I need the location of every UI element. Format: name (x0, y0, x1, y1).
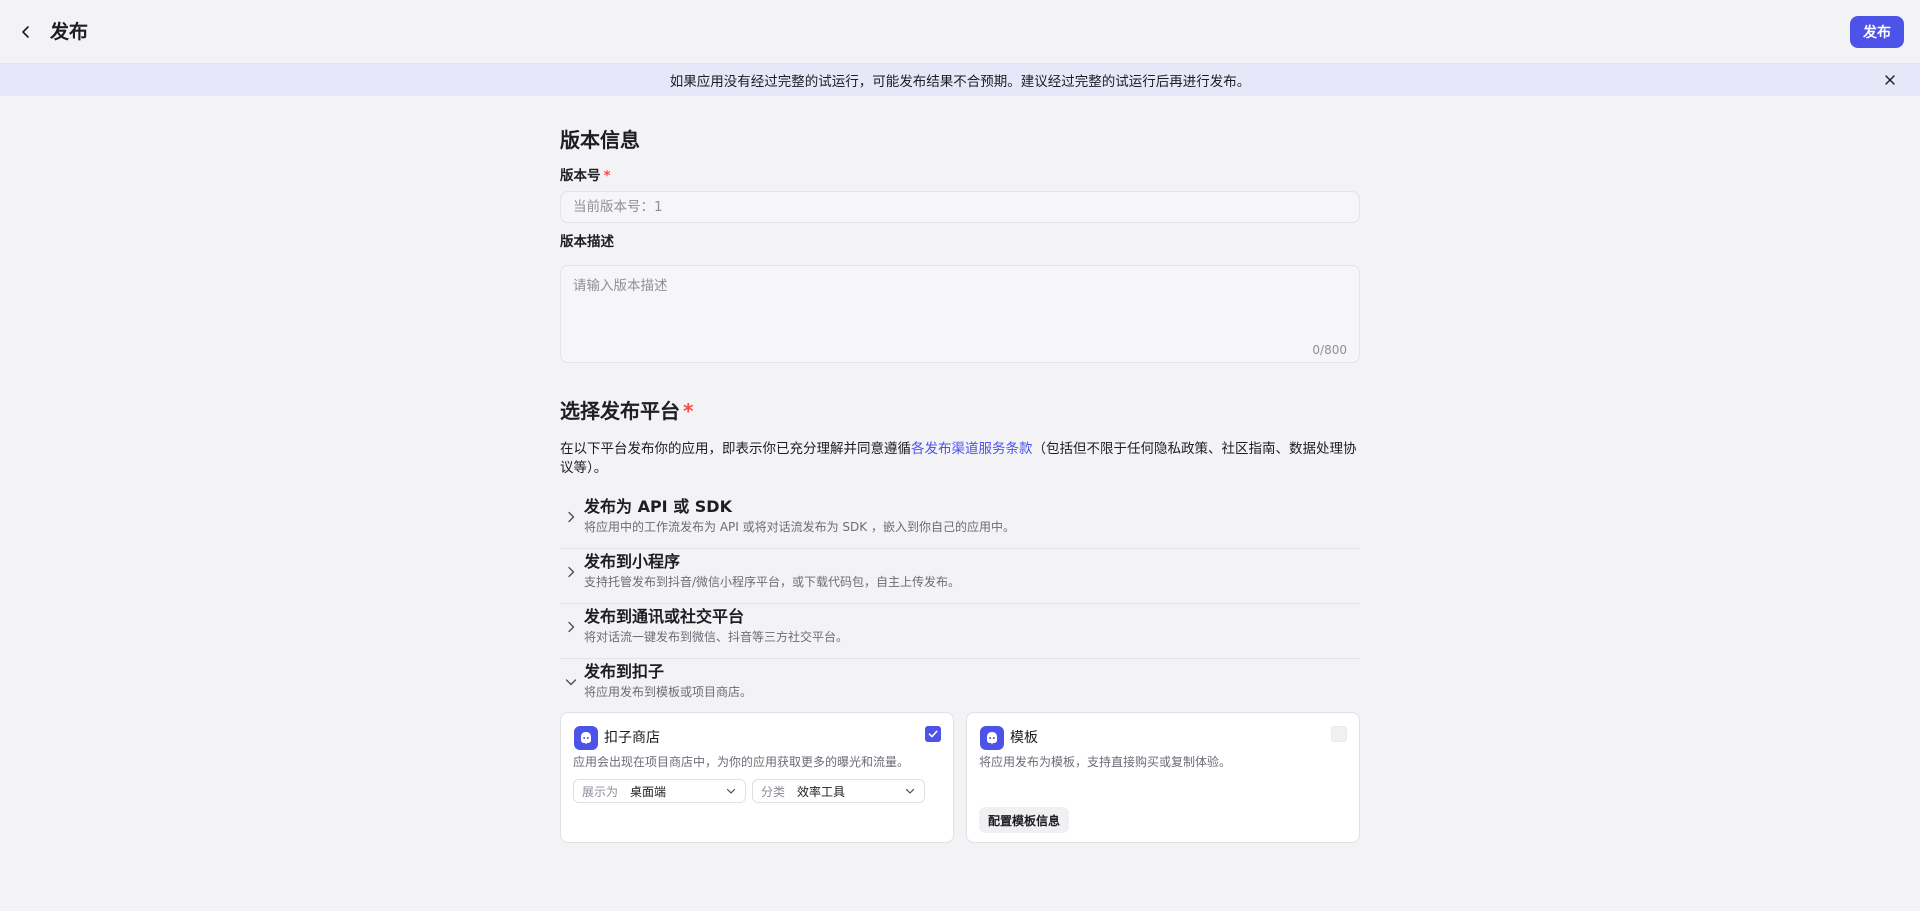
chevron-right-icon (564, 565, 578, 579)
store-card-desc: 应用会出现在项目商店中，为你的应用获取更多的曝光和流量。 (573, 755, 910, 769)
check-icon (928, 730, 938, 738)
coze-logo-icon (980, 726, 1004, 750)
banner-close-button[interactable] (1882, 72, 1898, 88)
display-select-value: 桌面端 (630, 784, 667, 799)
version-desc-textarea[interactable] (561, 266, 1359, 362)
accordion-subtitle: 支持托管发布到抖音/微信小程序平台，或下载代码包，自主上传发布。 (584, 575, 961, 589)
display-select-label: 展示为 (582, 784, 619, 799)
platform-terms-text: 在以下平台发布你的应用，即表示你已充分理解并同意遵循各发布渠道服务条款（包括但不… (560, 440, 1360, 478)
top-bar: 发布 发布 (0, 0, 1920, 64)
accordion-title: 发布到扣子 (584, 662, 665, 681)
accordion-mini-program[interactable]: 发布到小程序 支持托管发布到抖音/微信小程序平台，或下载代码包，自主上传发布。 (560, 549, 1360, 604)
config-template-button[interactable]: 配置模板信息 (979, 807, 1070, 833)
platform-section-title-text: 选择发布平台 (560, 399, 680, 423)
chevron-left-icon (22, 26, 29, 38)
char-counter: 0/800 (1312, 343, 1347, 357)
chevron-down-icon (904, 785, 916, 797)
template-card-desc: 将应用发布为模板，支持直接购买或复制体验。 (979, 755, 1232, 769)
accordion-api-sdk[interactable]: 发布为 API 或 SDK 将应用中的工作流发布为 API 或将对话流发布为 S… (560, 494, 1360, 549)
category-select-value: 效率工具 (797, 784, 846, 799)
template-card-title: 模板 (1010, 730, 1038, 746)
chevron-down-icon (725, 785, 737, 797)
category-select-label: 分类 (761, 784, 786, 799)
required-mark: * (683, 399, 694, 423)
back-button[interactable] (14, 20, 38, 44)
version-desc-field: 0/800 (560, 265, 1360, 363)
version-number-label-text: 版本号 (560, 168, 601, 184)
category-select[interactable]: 分类 效率工具 (752, 779, 925, 803)
version-desc-label: 版本描述 (560, 234, 614, 250)
chevron-right-icon (564, 510, 578, 524)
terms-text-before: 在以下平台发布你的应用，即表示你已充分理解并同意遵循 (560, 441, 911, 457)
display-select[interactable]: 展示为 桌面端 (573, 779, 746, 803)
version-number-input[interactable] (560, 191, 1360, 223)
accordion-social-platform[interactable]: 发布到通讯或社交平台 将对话流一键发布到微信、抖音等三方社交平台。 (560, 604, 1360, 659)
accordion-coze[interactable]: 发布到扣子 将应用发布到模板或项目商店。 (560, 659, 1360, 714)
terms-link[interactable]: 各发布渠道服务条款 (911, 441, 1033, 457)
chevron-right-icon (564, 620, 578, 634)
store-checkbox[interactable] (925, 726, 941, 742)
accordion-title: 发布为 API 或 SDK (584, 497, 732, 516)
accordion-subtitle: 将应用中的工作流发布为 API 或将对话流发布为 SDK ，嵌入到你自己的应用中… (584, 520, 1015, 534)
platform-section-title: 选择发布平台 * (560, 397, 693, 425)
warning-banner: 如果应用没有经过完整的试运行，可能发布结果不合预期。建议经过完整的试运行后再进行… (0, 64, 1920, 96)
template-card[interactable]: 模板 将应用发布为模板，支持直接购买或复制体验。 配置模板信息 (966, 712, 1360, 843)
coze-logo-icon (574, 726, 598, 750)
accordion-title: 发布到小程序 (584, 552, 681, 571)
chevron-down-icon (564, 675, 578, 689)
accordion-title: 发布到通讯或社交平台 (584, 607, 745, 626)
store-card[interactable]: 扣子商店 应用会出现在项目商店中，为你的应用获取更多的曝光和流量。 展示为 桌面… (560, 712, 954, 843)
store-card-title: 扣子商店 (604, 730, 660, 746)
page-title: 发布 (50, 21, 89, 43)
accordion-subtitle: 将应用发布到模板或项目商店。 (584, 685, 753, 699)
close-icon (1885, 75, 1895, 85)
version-info-title: 版本信息 (560, 128, 640, 152)
required-mark: * (603, 168, 611, 184)
publish-button[interactable]: 发布 (1850, 16, 1904, 48)
accordion-subtitle: 将对话流一键发布到微信、抖音等三方社交平台。 (584, 630, 849, 644)
warning-banner-text: 如果应用没有经过完整的试运行，可能发布结果不合预期。建议经过完整的试运行后再进行… (669, 74, 1251, 90)
version-number-label: 版本号 * (560, 166, 611, 186)
template-checkbox[interactable] (1331, 726, 1347, 742)
